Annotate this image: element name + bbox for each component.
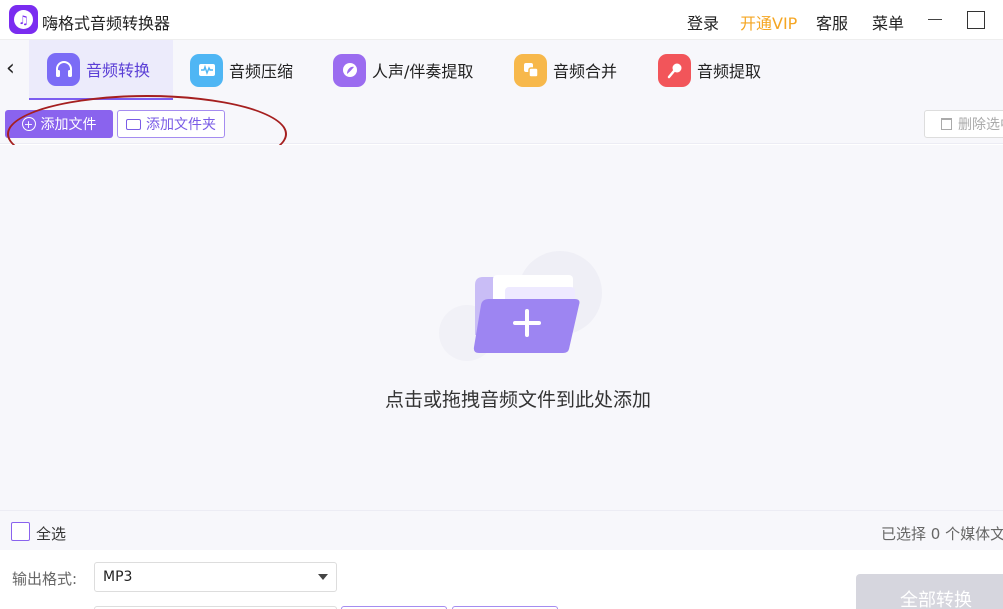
tab-audio-extract[interactable]: 音频提取	[658, 40, 761, 100]
title-bar: ♫ 嗨格式音频转换器 登录 开通VIP 客服 菜单	[0, 0, 1003, 40]
selected-count-text: 已选择 0 个媒体文件	[881, 525, 1003, 543]
drop-zone[interactable]: 点击或拖拽音频文件到此处添加	[0, 145, 1003, 510]
add-file-button[interactable]: + 添加文件	[5, 110, 113, 138]
app-title: 嗨格式音频转换器	[42, 14, 171, 33]
delete-selected-label: 删除选中	[958, 117, 1003, 133]
chevron-down-icon	[318, 574, 328, 580]
service-link[interactable]: 客服	[816, 10, 848, 34]
add-folder-illustration-icon	[439, 251, 602, 361]
back-arrow-icon[interactable]: ‹	[6, 58, 20, 80]
waveform-icon	[190, 53, 223, 87]
headphones-icon	[47, 52, 80, 86]
maximize-icon[interactable]	[967, 11, 985, 29]
add-file-label: 添加文件	[40, 117, 97, 133]
tab-vocal-extract[interactable]: 人声/伴奏提取	[333, 40, 473, 100]
tab-label: 音频提取	[697, 62, 762, 81]
folder-icon	[126, 118, 141, 130]
trash-icon	[941, 118, 952, 130]
merge-icon	[514, 53, 547, 87]
vip-link[interactable]: 开通VIP	[740, 10, 797, 34]
tab-label: 音频转换	[86, 61, 151, 80]
output-format-label: 输出格式:	[12, 570, 78, 588]
add-folder-button[interactable]: 添加文件夹	[117, 110, 225, 138]
tab-bar: ‹ 音频转换 音频压缩 人声/伴奏提取 音频合并 音频提取	[0, 40, 1003, 100]
output-settings: 输出格式: MP3 全部转换	[0, 550, 1003, 609]
output-format-value: MP3	[103, 569, 133, 585]
app-logo-icon: ♫	[9, 5, 38, 34]
tab-audio-compress[interactable]: 音频压缩	[190, 40, 293, 100]
tab-label: 人声/伴奏提取	[372, 62, 474, 81]
delete-selected-button[interactable]: 删除选中	[924, 110, 1003, 138]
tab-label: 音频合并	[553, 62, 618, 81]
convert-all-button[interactable]: 全部转换	[856, 574, 1003, 609]
output-format-select[interactable]: MP3	[94, 562, 337, 592]
drop-hint-text: 点击或拖拽音频文件到此处添加	[384, 389, 651, 411]
select-all-label[interactable]: 全选	[36, 523, 66, 544]
tab-audio-convert[interactable]: 音频转换	[29, 40, 173, 100]
select-all-checkbox[interactable]	[11, 522, 30, 541]
add-circle-icon: +	[21, 117, 36, 131]
tab-audio-merge[interactable]: 音频合并	[514, 40, 617, 100]
tab-label: 音频压缩	[229, 62, 294, 81]
file-toolbar: + 添加文件 添加文件夹 删除选中	[0, 100, 1003, 144]
minimize-icon[interactable]	[928, 19, 942, 20]
menu-link[interactable]: 菜单	[872, 10, 904, 34]
selection-bar: 全选 已选择 0 个媒体文件	[0, 510, 1003, 550]
voice-icon	[333, 53, 366, 87]
login-link[interactable]: 登录	[687, 10, 719, 34]
add-folder-label: 添加文件夹	[146, 117, 216, 133]
microphone-icon	[658, 53, 691, 87]
